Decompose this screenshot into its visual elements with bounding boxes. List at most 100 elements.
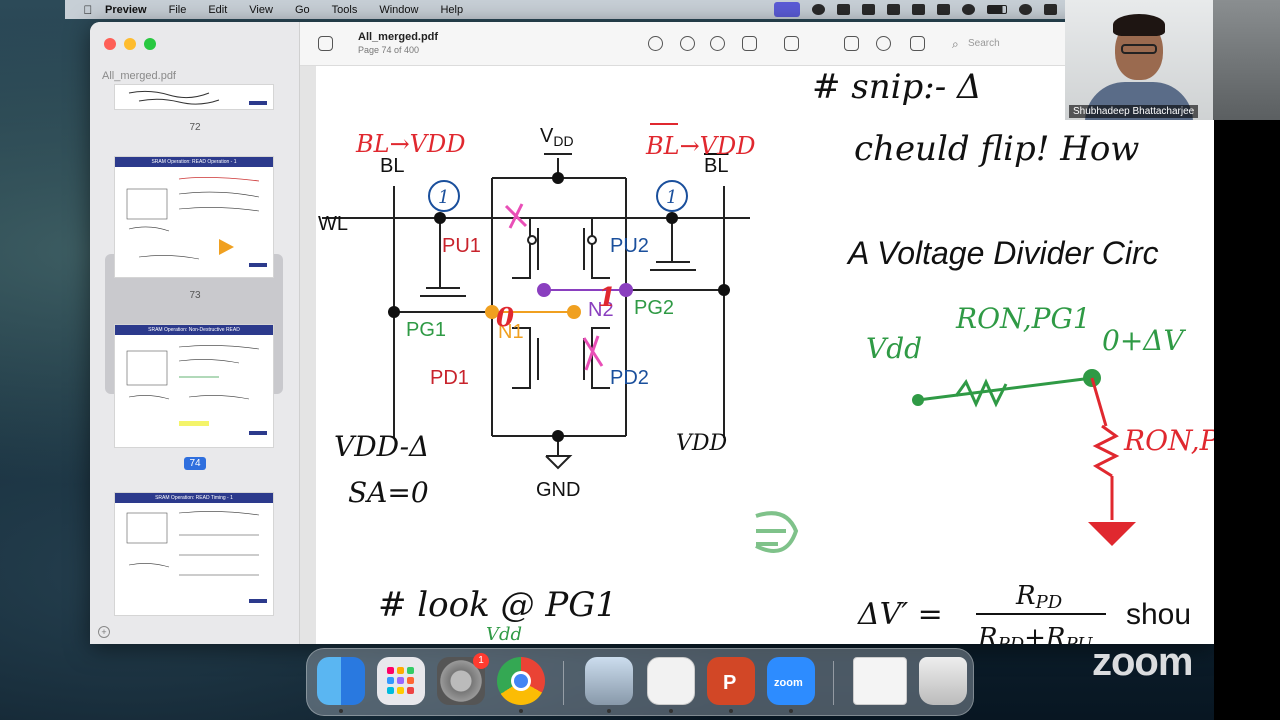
pg2-label: PG2	[634, 297, 674, 319]
formula-numerator: RPD	[1015, 581, 1063, 613]
notification-badge: 1	[473, 653, 489, 669]
annotation-vdd-divider: Vdd	[866, 332, 922, 365]
content-gutter	[300, 66, 316, 644]
desktop-edge	[1214, 120, 1280, 720]
annotation-green-symbol	[755, 511, 799, 553]
annotate-icon[interactable]	[876, 36, 891, 51]
n2-node-right	[619, 283, 633, 297]
running-indicator	[339, 709, 343, 713]
grammarly-icon[interactable]	[812, 4, 825, 15]
control-center-icon[interactable]	[1044, 4, 1057, 15]
vdd-node	[552, 172, 564, 184]
thumbnail-page-73[interactable]: SRAM Operation: READ Operation - 1	[114, 156, 274, 278]
minimize-button[interactable]	[124, 38, 136, 50]
page-number-72: 72	[189, 122, 201, 133]
svg-text:P: P	[723, 672, 736, 694]
screen-share-icon[interactable]	[774, 2, 800, 17]
zoom-in-icon[interactable]	[710, 36, 725, 51]
markup-pen-icon[interactable]	[784, 36, 799, 51]
annotation-bl-vdd: BL→VDD	[355, 130, 466, 158]
sidebar-toggle-icon[interactable]	[318, 36, 333, 51]
trash-icon[interactable]	[919, 657, 967, 705]
menu-file[interactable]: File	[169, 4, 187, 16]
thumbnail-page-74[interactable]: SRAM Operation: Non-Destructive READ	[114, 324, 274, 448]
dock-divider-1	[563, 661, 564, 705]
menu-edit[interactable]: Edit	[208, 4, 227, 16]
menu-go[interactable]: Go	[295, 4, 310, 16]
preview-icon[interactable]	[585, 657, 633, 705]
pu2-label: PU2	[610, 235, 649, 257]
apple-icon[interactable]: 	[77, 3, 99, 17]
launchpad-icon[interactable]	[377, 657, 425, 705]
pd2-label: PD2	[610, 367, 649, 389]
formula-tail: shou	[1126, 598, 1191, 631]
battery-icon[interactable]	[987, 5, 1007, 14]
formula-lhs: ΔV′ =	[857, 597, 943, 632]
chrome-icon[interactable]	[497, 657, 545, 705]
stack-icon[interactable]	[887, 4, 900, 15]
window-icon[interactable]	[937, 4, 950, 15]
rotate-icon[interactable]	[844, 36, 859, 51]
zoom-watermark: zoom	[1092, 640, 1193, 684]
annotation-pink-x-top	[504, 203, 528, 229]
wifi-icon[interactable]	[1019, 4, 1032, 15]
close-button[interactable]	[104, 38, 116, 50]
menu-app[interactable]: Preview	[105, 4, 147, 16]
chrome-window-thumbnail[interactable]	[853, 657, 907, 705]
annotation-top-right: # snip:- Δ	[812, 67, 982, 107]
menu-bar:  Preview File Edit View Go Tools Window…	[65, 0, 1065, 19]
preview-window: All_merged.pdf 72 SRAM Operation: READ O…	[90, 22, 1214, 644]
system-settings-icon[interactable]: 1	[437, 653, 489, 705]
document-title: All_merged.pdf	[358, 31, 439, 43]
thumb-heading-75: SRAM Operation: READ Timing - 1	[115, 493, 273, 503]
powerpoint-icon[interactable]: P	[707, 657, 755, 705]
thumbnail-page-75[interactable]: SRAM Operation: READ Timing - 1	[114, 492, 274, 616]
annotation-vdd-small: Vdd	[486, 624, 522, 644]
annotation-one-node: 1	[598, 283, 616, 313]
glasses	[1121, 44, 1157, 54]
clipboard-icon[interactable]	[912, 4, 925, 15]
menu-tools[interactable]: Tools	[332, 4, 358, 16]
running-indicator	[519, 709, 523, 713]
status-icons	[774, 0, 1057, 19]
running-indicator	[729, 709, 733, 713]
slide-heading: A Voltage Divider Circ	[846, 235, 1159, 271]
wd-drive-icon[interactable]	[862, 4, 875, 15]
cloud-icon[interactable]	[837, 4, 850, 15]
zoom-out-icon[interactable]	[680, 36, 695, 51]
divider-ground-red	[1088, 522, 1136, 546]
share-icon[interactable]	[742, 36, 757, 51]
search-field[interactable]: Search	[950, 35, 1040, 53]
thumb-heading-73: SRAM Operation: READ Operation - 1	[115, 157, 273, 167]
annotation-one-left: 1	[438, 187, 449, 208]
annotation-node-value: 0+ΔV	[1102, 324, 1186, 357]
dock: 1 P zoom	[306, 648, 974, 716]
annotation-flip: cheuld flip! How	[854, 129, 1139, 169]
slide-page: VDD BL BL WL PU1 PU2 PG1 PG2 N1 N2 PD1 P…	[318, 67, 1214, 644]
thumb-heading-74: SRAM Operation: Non-Destructive READ	[115, 325, 273, 335]
running-indicator	[669, 709, 673, 713]
info-icon[interactable]	[648, 36, 663, 51]
page-number-74: 74	[90, 457, 300, 470]
formula: ΔV′ = RPD RPD+RPU shou	[857, 581, 1191, 644]
dock-divider-2	[833, 661, 834, 705]
zoom-app-icon[interactable]: zoom	[767, 657, 815, 705]
blb-node	[718, 284, 730, 296]
moon-icon[interactable]	[962, 4, 975, 15]
menu-help[interactable]: Help	[440, 4, 463, 16]
form-fill-icon[interactable]	[910, 36, 925, 51]
bl-label: BL	[380, 155, 404, 177]
menu-view[interactable]: View	[249, 4, 273, 16]
wl-label: WL	[318, 213, 348, 235]
screenshot-icon[interactable]	[647, 657, 695, 705]
finder-icon[interactable]	[317, 657, 365, 705]
gnd-label: GND	[536, 479, 580, 501]
menu-window[interactable]: Window	[379, 4, 418, 16]
thumbnail-page-72[interactable]	[114, 84, 274, 110]
maximize-button[interactable]	[144, 38, 156, 50]
formula-denominator: RPD+RPU	[977, 623, 1093, 644]
annotation-sa-zero: SA=0	[348, 476, 429, 509]
add-page-icon[interactable]: +	[98, 626, 110, 638]
running-indicator	[789, 709, 793, 713]
annotation-zero: 0	[496, 303, 514, 333]
